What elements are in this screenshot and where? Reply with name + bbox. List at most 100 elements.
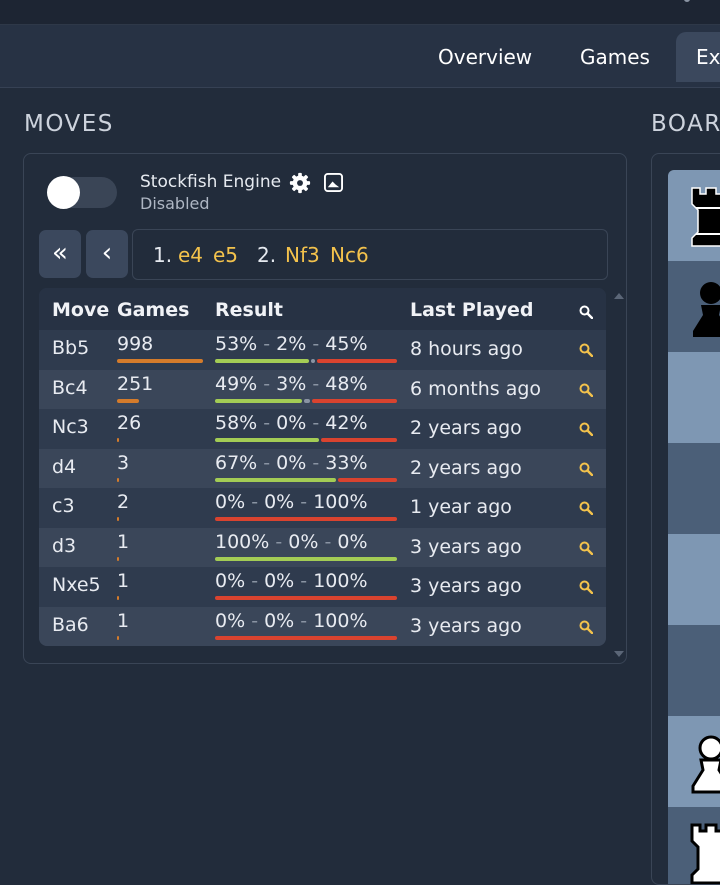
board-square[interactable] [668, 534, 720, 625]
move-cell: Ba6 [52, 613, 89, 636]
move-number: 1. [153, 243, 173, 267]
table-row[interactable]: d3 1 100% - 0% - 0% 3 years ago [39, 527, 606, 567]
table-row[interactable]: Ba6 1 0% - 0% - 100% 3 years ago [39, 606, 606, 646]
search-icon[interactable] [579, 383, 593, 397]
win-segment [215, 477, 336, 482]
last-played-cell: 2 years ago [410, 417, 522, 439]
last-played-cell: 3 years ago [410, 535, 522, 558]
search-icon[interactable] [579, 305, 593, 319]
games-cell: 1 [117, 570, 130, 592]
move-white[interactable]: e4 [178, 230, 203, 281]
draw-pct: 2% [276, 333, 307, 355]
board-square[interactable] [668, 443, 720, 534]
draw-pct: 0% [264, 491, 295, 513]
games-cell: 26 [117, 412, 142, 434]
table-row[interactable]: d4 3 67% - 0% - 33% 2 years ago [39, 448, 606, 488]
board-square[interactable] [668, 807, 720, 884]
result-bar [215, 477, 397, 482]
black-win-pct: 42% [325, 412, 368, 434]
white-pawn-icon [691, 735, 720, 794]
table-row[interactable]: Nc3 26 58% - 0% - 42% 2 years ago [39, 409, 606, 448]
games-cell: 2 [117, 491, 130, 513]
result-cell: 0% - 0% - 100% [215, 570, 368, 592]
loss-segment [316, 359, 397, 363]
result-bar [215, 359, 397, 363]
search-icon[interactable] [579, 501, 593, 515]
tab-overview[interactable]: Overview [438, 32, 532, 82]
move-line: 1. e4 e5 2. Nf3 Nc6 [132, 229, 608, 280]
result-separator: - [306, 333, 326, 355]
last-played-cell: 1 year ago [410, 496, 512, 518]
win-segment [215, 438, 320, 442]
result-bar [215, 398, 397, 403]
table-row[interactable]: Bb5 998 53% - 2% - 45% 8 hours ago [39, 330, 606, 369]
move-cell: d3 [52, 534, 77, 557]
white-win-pct: 0% [215, 570, 246, 592]
result-cell: 67% - 0% - 33% [215, 452, 368, 474]
tab-games[interactable]: Games [580, 32, 650, 82]
last-played-cell: 8 hours ago [410, 338, 523, 360]
draw-pct: 0% [264, 609, 295, 632]
table-row[interactable]: c3 2 0% - 0% - 100% 1 year ago [39, 488, 606, 527]
games-bar [117, 517, 119, 521]
draw-pct: 0% [276, 412, 307, 434]
search-icon[interactable] [579, 541, 593, 555]
loss-segment [215, 596, 397, 600]
first-move-button[interactable]: « [39, 230, 81, 278]
board-square[interactable] [668, 352, 720, 443]
header-result[interactable]: Result [215, 299, 283, 321]
header-last-played[interactable]: Last Played [410, 299, 533, 321]
table-row[interactable]: Bc4 251 49% - 3% - 48% 6 months ago [39, 369, 606, 409]
search-icon[interactable] [579, 422, 593, 436]
result-bar [215, 596, 397, 600]
black-win-pct: 100% [313, 609, 368, 632]
result-cell: 49% - 3% - 48% [215, 373, 368, 395]
board-square[interactable] [668, 261, 720, 352]
toggle-knob [47, 176, 80, 209]
games-bar [117, 635, 119, 640]
search-icon[interactable] [579, 580, 593, 594]
loss-segment [215, 635, 397, 640]
draw-segment [304, 398, 310, 403]
move-black[interactable]: e5 [213, 230, 238, 281]
window-control-dot[interactable] [684, 0, 690, 2]
result-separator: - [306, 372, 326, 395]
engine-toggle[interactable] [47, 176, 117, 209]
search-icon[interactable] [579, 462, 593, 476]
header-move[interactable]: Move [52, 299, 109, 321]
board-square[interactable] [668, 625, 720, 716]
board-square[interactable] [668, 170, 720, 261]
last-played-cell: 3 years ago [410, 614, 522, 637]
gear-icon[interactable] [289, 172, 311, 194]
move-white[interactable]: Nf3 [285, 230, 320, 281]
result-separator: - [257, 372, 277, 395]
loss-segment [321, 438, 397, 442]
result-bar [215, 635, 397, 640]
move-black[interactable]: Nc6 [330, 230, 369, 281]
move-cell: c3 [52, 495, 75, 517]
draw-pct: 0% [264, 570, 295, 592]
result-separator: - [318, 530, 338, 553]
white-win-pct: 53% [215, 333, 258, 355]
scroll-down-arrow[interactable] [614, 651, 624, 657]
white-win-pct: 67% [215, 451, 258, 474]
header-games[interactable]: Games [117, 299, 189, 321]
search-icon[interactable] [579, 620, 593, 634]
loss-segment [215, 517, 397, 521]
search-icon[interactable] [579, 343, 593, 357]
result-cell: 53% - 2% - 45% [215, 333, 368, 355]
table-row[interactable]: Nxe5 1 0% - 0% - 100% 3 years ago [39, 567, 606, 606]
black-pawn-icon [693, 282, 720, 337]
previous-move-button[interactable]: ‹ [86, 230, 128, 278]
games-bar [117, 398, 139, 403]
result-bar [215, 438, 397, 442]
tab-explorer[interactable]: Ex [676, 32, 720, 82]
board-square[interactable] [668, 716, 720, 807]
move-cell: d4 [52, 455, 77, 478]
scroll-up-arrow[interactable] [614, 293, 624, 299]
board-panel [651, 153, 720, 885]
win-segment [215, 359, 310, 363]
result-cell: 100% - 0% - 0% [215, 531, 368, 553]
image-icon[interactable] [324, 173, 343, 192]
black-win-pct: 0% [337, 530, 368, 553]
